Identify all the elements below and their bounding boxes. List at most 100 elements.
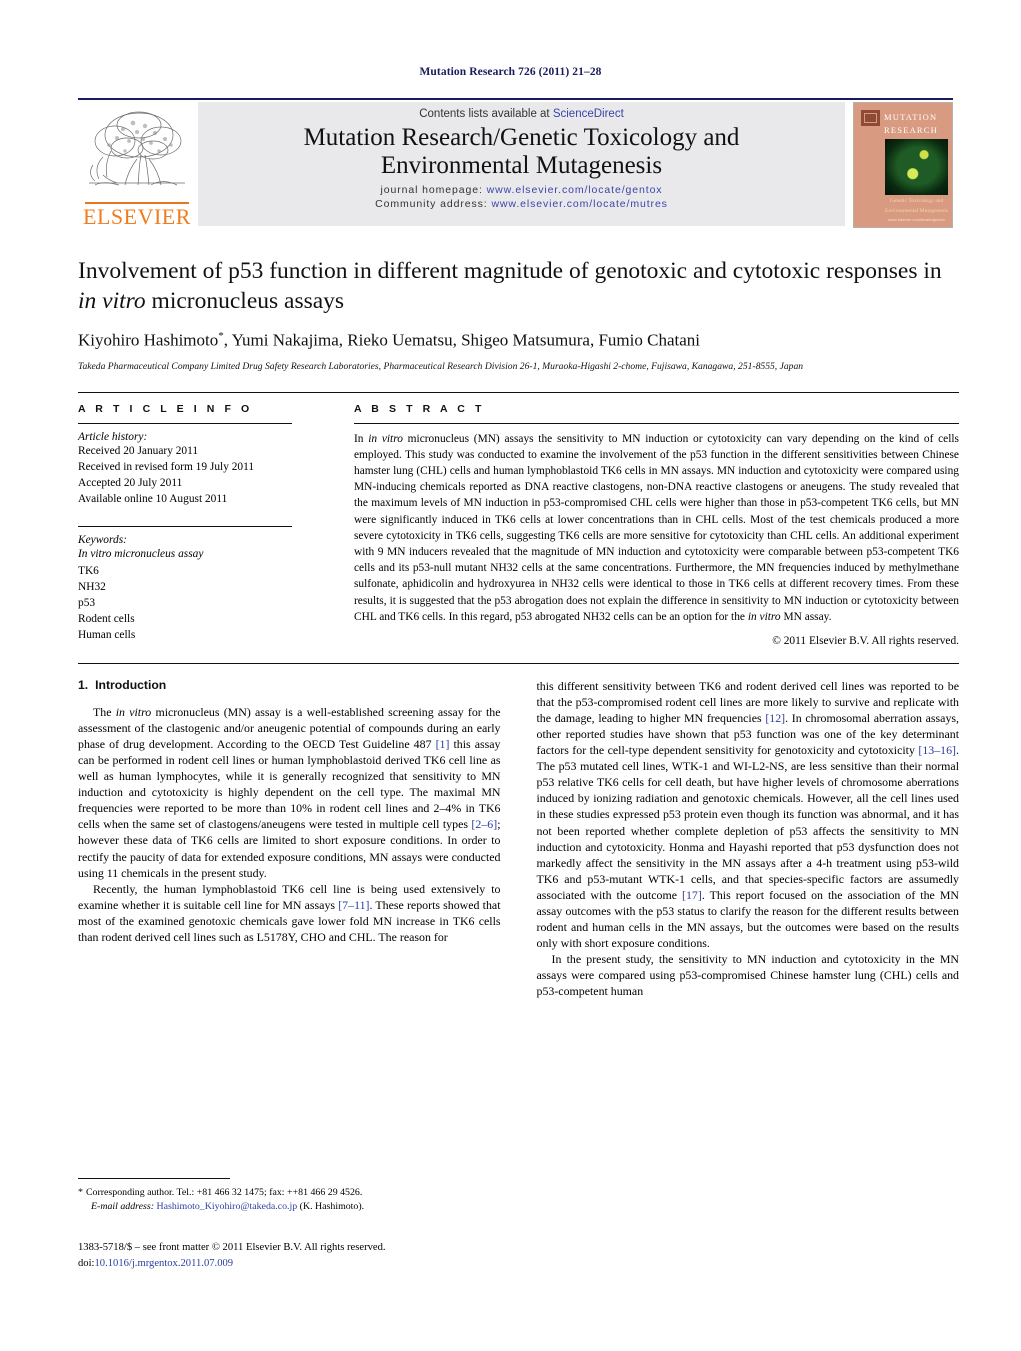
cover-emblem-icon	[861, 110, 880, 126]
email-note: E-mail address: Hashimoto_Kiyohiro@taked…	[78, 1200, 498, 1214]
cover-url: www.elsevier.com/locate/gentox	[888, 217, 945, 222]
community-address-line: Community address: www.elsevier.com/loca…	[198, 198, 845, 210]
elsevier-tree-icon	[89, 111, 185, 186]
elsevier-logo: ELSEVIER	[78, 102, 196, 232]
email-label: E-mail address:	[91, 1201, 154, 1213]
keyword-item-4: p53	[78, 597, 96, 610]
corresponding-author-name: Kiyohiro Hashimoto	[78, 330, 219, 350]
article-info-heading: A R T I C L E I N F O	[78, 402, 253, 415]
homepage-url-link[interactable]: www.elsevier.com/locate/gentox	[487, 184, 663, 196]
journal-title: Mutation Research/Genetic Toxicology and…	[198, 124, 845, 180]
cover-subtitle: Genetic Toxicology and Environmental Mut…	[885, 197, 948, 216]
history-revised: Received in revised form 19 July 2011	[78, 460, 255, 473]
cover-title-line-2: RESEARCH	[884, 124, 938, 135]
abstract-heading: A B S T R A C T	[354, 402, 485, 415]
corresponding-author-note: * Corresponding author. Tel.: +81 466 32 …	[78, 1186, 498, 1200]
paper-page: Mutation Research 726 (2011) 21–28 ELSEV…	[0, 0, 1021, 1351]
section-title: Introduction	[95, 677, 167, 692]
email-suffix: (K. Hashimoto).	[299, 1201, 365, 1213]
author-list-rest: , Yumi Nakajima, Rieko Uematsu, Shigeo M…	[223, 330, 701, 350]
article-info-rule-1	[78, 422, 292, 424]
abstract-lead-in: In	[354, 432, 369, 445]
body-columns: 1. Introduction The in vitro micronucleus…	[78, 678, 959, 999]
citation-link-17[interactable]: [17]	[682, 888, 702, 902]
article-history-label: Article history:	[78, 430, 148, 443]
abstract-column: A B S T R A C T In in vitro micronucleus…	[336, 403, 959, 647]
page-title: Involvement of p53 function in different…	[78, 256, 959, 316]
keyword-item-5: Rodent cells	[78, 613, 135, 626]
title-part-2: micronucleus assays	[145, 288, 345, 315]
copyright-line: © 2011 Elsevier B.V. All rights reserved…	[772, 634, 959, 647]
journal-masthead: ELSEVIER Contents lists available at Sci…	[78, 98, 953, 232]
issn-line: 1383-5718/$ – see front matter © 2011 El…	[78, 1242, 386, 1253]
journal-cover-thumbnail: MUTATION RESEARCH Genetic Toxicology and…	[853, 102, 953, 228]
body-column-right: this different sensitivity between TK6 a…	[537, 678, 960, 999]
abstract-tail-text: MN assay.	[780, 610, 832, 623]
community-label: Community address:	[375, 198, 488, 210]
article-info-rule-2	[78, 526, 292, 528]
intro-p1-a: The	[93, 704, 116, 719]
intro-paragraph-3: this different sensitivity between TK6 a…	[537, 678, 960, 951]
keyword-item-1: In vitro micronucleus assay	[78, 548, 204, 561]
info-abstract-row: A R T I C L E I N F O Article history: R…	[78, 403, 959, 647]
masthead-top-rule	[78, 98, 953, 100]
abstract-rule	[354, 422, 959, 424]
doi-link[interactable]: 10.1016/j.mrgentox.2011.07.009	[94, 1258, 233, 1269]
journal-band: Contents lists available at ScienceDirec…	[198, 102, 845, 226]
corresponding-author-text: Corresponding author. Tel.: +81 466 32 1…	[85, 1187, 363, 1198]
history-online: Available online 10 August 2011	[78, 493, 228, 506]
email-link[interactable]: Hashimoto_Kiyohiro@takeda.co.jp	[156, 1201, 297, 1212]
title-bottom-rule	[78, 391, 959, 393]
cover-subtitle-line-1: Genetic Toxicology and	[889, 198, 944, 204]
contents-prefix: Contents lists available at	[419, 108, 553, 120]
cover-subtitle-line-2: Environmental Mutagenesis	[885, 207, 948, 214]
running-head: Mutation Research 726 (2011) 21–28	[419, 66, 602, 78]
intro-paragraph-2: Recently, the human lymphoblastoid TK6 c…	[78, 881, 501, 945]
citation-link-7-11[interactable]: [7–11]	[338, 898, 369, 912]
abstract-bottom-rule	[78, 662, 959, 664]
sciencedirect-link[interactable]: ScienceDirect	[553, 108, 624, 120]
elsevier-wordmark: ELSEVIER	[83, 203, 191, 229]
history-accepted: Accepted 20 July 2011	[78, 477, 183, 490]
doi-label: doi:	[78, 1257, 95, 1269]
footnote-star-marker: *	[78, 1187, 83, 1198]
journal-homepage-line: journal homepage: www.elsevier.com/locat…	[198, 184, 845, 196]
cover-art: MUTATION RESEARCH Genetic Toxicology and…	[854, 103, 952, 227]
keyword-item-6: Human cells	[78, 629, 136, 642]
body-column-left: 1. Introduction The in vitro micronucleus…	[78, 678, 501, 999]
intro-p1-italic: in vitro	[115, 704, 152, 719]
article-info-column: A R T I C L E I N F O Article history: R…	[78, 403, 336, 647]
cover-title-line-1: MUTATION	[884, 112, 938, 122]
intro-paragraph-4: In the present study, the sensitivity to…	[536, 952, 960, 999]
abstract-body: In in vitro micronucleus (MN) assays the…	[354, 431, 959, 625]
keyword-item-2: TK6	[78, 564, 99, 577]
citation-link-2-6[interactable]: [2–6]	[471, 817, 497, 831]
journal-title-line-1: Mutation Research/Genetic Toxicology and	[303, 124, 740, 151]
keywords-label: Keywords:	[78, 534, 127, 547]
doi-line: doi:10.1016/j.mrgentox.2011.07.009	[78, 1256, 518, 1272]
footnote-rule	[78, 1178, 230, 1179]
citation-link-13-16[interactable]: [13–16]	[918, 743, 956, 757]
section-heading-introduction: 1. Introduction	[78, 678, 501, 692]
abstract-text: micronucleus (MN) assays the sensitivity…	[354, 432, 959, 623]
title-block: Involvement of p53 function in different…	[78, 256, 959, 374]
abstract-lead-italic: in vitro	[368, 432, 403, 445]
citation-link-1[interactable]: [1]	[436, 737, 450, 751]
title-part-1: Involvement of p53 function in different…	[78, 258, 942, 284]
intro-p3-c: . The p53 mutated cell lines, WTK-1 and …	[536, 743, 960, 902]
affiliation: Takeda Pharmaceutical Company Limited Dr…	[78, 360, 804, 372]
intro-paragraph-1: The in vitro micronucleus (MN) assay is …	[78, 704, 501, 881]
cover-micrograph-image	[885, 139, 948, 195]
intro-p1-c: this assay can be performed in rodent ce…	[78, 737, 501, 832]
section-number: 1.	[78, 677, 89, 692]
journal-title-line-2: Environmental Mutagenesis	[380, 152, 663, 179]
citation-link-12[interactable]: [12]	[765, 711, 785, 725]
issn-block: 1383-5718/$ – see front matter © 2011 El…	[78, 1240, 518, 1272]
keyword-item-3: NH32	[78, 580, 106, 593]
abstract-tail-italic: in vitro	[747, 610, 781, 623]
community-url-link[interactable]: www.elsevier.com/locate/mutres	[491, 198, 667, 210]
homepage-label: journal homepage:	[380, 184, 483, 196]
cover-title: MUTATION RESEARCH	[884, 111, 947, 137]
footnote-block: * Corresponding author. Tel.: +81 466 32 …	[78, 1178, 498, 1215]
